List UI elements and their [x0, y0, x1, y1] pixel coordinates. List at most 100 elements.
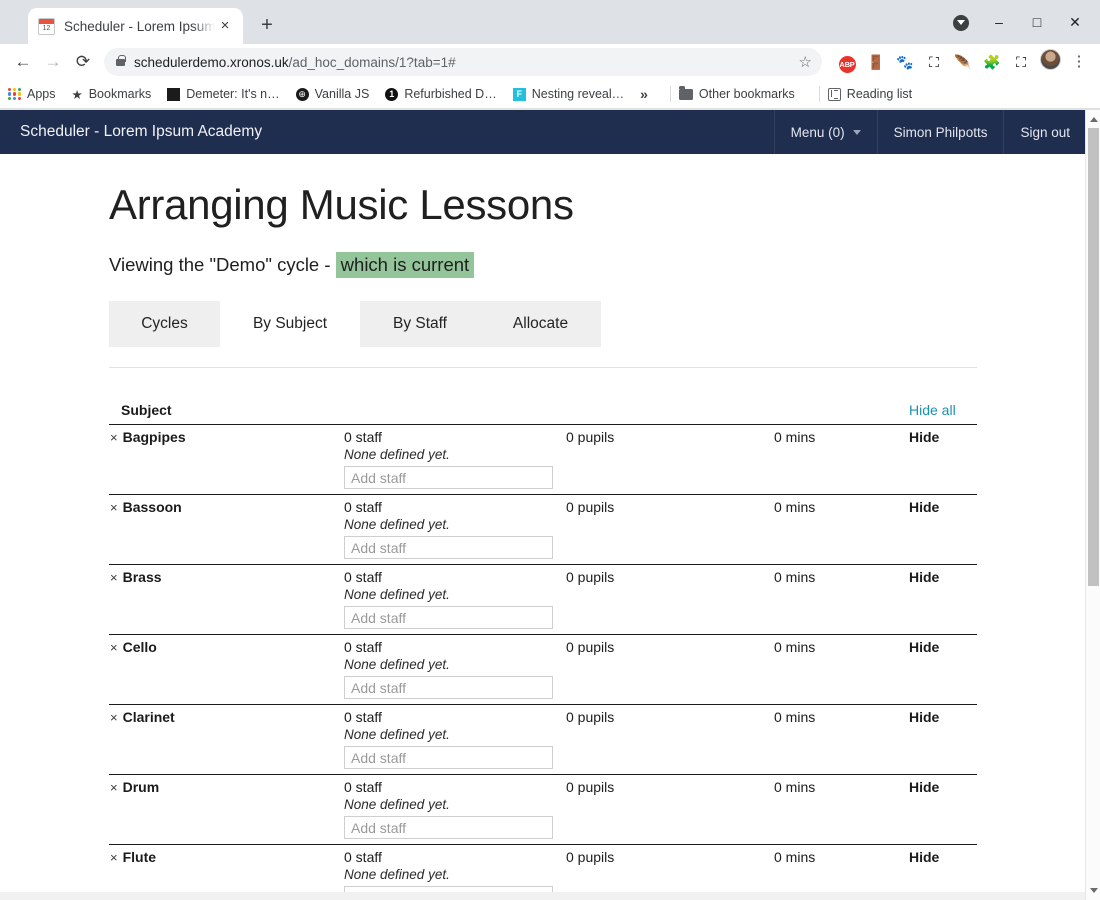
hide-link[interactable]: Hide	[909, 639, 977, 699]
subject-label: Bagpipes	[122, 429, 186, 446]
tab-cycles[interactable]: Cycles	[109, 301, 220, 348]
maximize-button[interactable]: □	[1018, 8, 1056, 36]
kebab-menu-icon[interactable]: ⋮	[1066, 49, 1092, 75]
table-row: ×Clarinet0 staffNone defined yet.0 pupil…	[109, 705, 977, 776]
table-row: ×Bassoon0 staffNone defined yet.0 pupils…	[109, 495, 977, 566]
staff-count: 0 staff	[344, 569, 382, 586]
staff-cell: 0 staff None defined yet.	[344, 429, 566, 490]
remove-subject-icon[interactable]: ×	[110, 430, 118, 445]
subject-cell: × Drum	[109, 779, 344, 839]
bookmarks-overflow-icon[interactable]: »	[640, 86, 648, 102]
tab-by-staff[interactable]: By Staff	[360, 301, 480, 348]
profile-avatar[interactable]	[1037, 49, 1063, 75]
vertical-scrollbar[interactable]	[1085, 110, 1100, 900]
remove-subject-icon[interactable]: ×	[110, 570, 118, 585]
door-icon[interactable]: 🚪	[863, 49, 889, 75]
add-staff-input[interactable]	[344, 536, 553, 560]
figma-icon: F	[512, 87, 526, 101]
abp-icon[interactable]: ABP	[834, 49, 860, 75]
hide-link[interactable]: Hide	[909, 429, 977, 489]
remove-subject-icon[interactable]: ×	[110, 640, 118, 655]
bookmark-label: Bookmarks	[88, 87, 152, 101]
gnome-foot-icon[interactable]: 🐾	[892, 49, 918, 75]
subject-label: Drum	[122, 779, 160, 796]
remove-subject-icon[interactable]: ×	[110, 850, 118, 865]
mins-count: 0 mins	[774, 709, 816, 726]
remove-subject-icon[interactable]: ×	[110, 500, 118, 515]
feather-icon[interactable]: 🪶	[950, 49, 976, 75]
reload-icon[interactable]: ⟳	[68, 47, 98, 77]
pupils-count: 0 pupils	[566, 779, 615, 796]
sign-out-button[interactable]: Sign out	[1003, 110, 1086, 154]
tab-by-subject[interactable]: By Subject	[220, 301, 360, 348]
extension-icons: ABP 🚪 🐾 ⛶ 🪶 🧩 ⛶ ⋮	[830, 49, 1092, 75]
browser-tab[interactable]: Scheduler - Lorem Ipsum A ×	[28, 8, 243, 44]
mins-count: 0 mins	[774, 639, 816, 656]
minimize-button[interactable]: –	[980, 8, 1018, 36]
puzzle-icon[interactable]: 🧩	[979, 49, 1005, 75]
tab-allocate[interactable]: Allocate	[480, 301, 601, 348]
close-icon[interactable]: ×	[215, 16, 235, 36]
table-row: ×Drum0 staffNone defined yet.0 pupils0 m…	[109, 775, 977, 846]
table-row: ×Brass0 staffNone defined yet.0 pupils0 …	[109, 565, 977, 636]
bookmark-apps[interactable]: Apps	[8, 87, 56, 101]
menu-dropdown[interactable]: Menu (0)	[773, 110, 877, 154]
address-bar[interactable]: schedulerdemo.xronos.uk/ad_hoc_domains/1…	[104, 48, 822, 76]
new-tab-button[interactable]: +	[253, 12, 281, 40]
tab-title: Scheduler - Lorem Ipsum A	[64, 18, 215, 34]
none-defined-text: None defined yet.	[344, 657, 450, 673]
scrollbar-thumb[interactable]	[1088, 128, 1099, 586]
bookmark-label: Apps	[27, 87, 56, 101]
main-content: Arranging Music Lessons Viewing the "Dem…	[0, 181, 1086, 900]
add-staff-input[interactable]	[344, 816, 553, 840]
bookmark-bookmarks[interactable]: ★ Bookmarks	[72, 87, 152, 102]
forward-icon[interactable]: →	[38, 47, 68, 77]
subject-cell: × Bagpipes	[109, 429, 344, 489]
none-defined-text: None defined yet.	[344, 867, 450, 883]
url-text: schedulerdemo.xronos.uk/ad_hoc_domains/1…	[134, 55, 456, 70]
remove-subject-icon[interactable]: ×	[110, 780, 118, 795]
hide-link[interactable]: Hide	[909, 779, 977, 839]
close-window-button[interactable]: ✕	[1056, 8, 1094, 36]
hide-link[interactable]: Hide	[909, 569, 977, 629]
hide-link[interactable]: Hide	[909, 499, 977, 559]
add-staff-input[interactable]	[344, 466, 553, 490]
hide-all-link[interactable]: Hide all	[909, 402, 977, 418]
add-staff-input[interactable]	[344, 606, 553, 630]
scroll-down-arrow-icon[interactable]	[1086, 883, 1100, 898]
bookmark-demeter[interactable]: Demeter: It's n…	[167, 87, 280, 101]
add-staff-input[interactable]	[344, 746, 553, 770]
tab-strip: Scheduler - Lorem Ipsum A × + – □ ✕	[0, 0, 1100, 44]
staff-count: 0 staff	[344, 429, 382, 446]
browser-toolbar: ← → ⟳ schedulerdemo.xronos.uk/ad_hoc_dom…	[0, 44, 1100, 80]
tabs-divider	[109, 367, 977, 369]
reading-list[interactable]: Reading list	[827, 87, 912, 101]
bookmarks-bar: Apps ★ Bookmarks Demeter: It's n… ⊕ Vani…	[0, 80, 1100, 109]
remove-subject-icon[interactable]: ×	[110, 710, 118, 725]
page-viewport: Scheduler - Lorem Ipsum Academy Menu (0)…	[0, 110, 1100, 900]
staff-count: 0 staff	[344, 499, 382, 516]
page-content: Scheduler - Lorem Ipsum Academy Menu (0)…	[0, 110, 1086, 900]
subjects-table: Subject Hide all × Bagpipes 0 staff None de…	[109, 402, 977, 900]
table-row: ×Bagpipes0 staffNone defined yet.0 pupil…	[109, 425, 977, 496]
download-icon[interactable]	[942, 8, 980, 36]
staff-cell: 0 staff None defined yet.	[344, 709, 566, 770]
back-icon[interactable]: ←	[8, 47, 38, 77]
bookmark-vanilla-js[interactable]: ⊕ Vanilla JS	[295, 87, 369, 101]
crop-icon[interactable]: ⛶	[921, 49, 947, 75]
bookmark-refurbished[interactable]: 1 Refurbished D…	[385, 87, 497, 101]
reading-list-icon	[827, 87, 841, 101]
add-staff-input[interactable]	[344, 676, 553, 700]
hide-link[interactable]: Hide	[909, 709, 977, 769]
table-header-row: Subject Hide all	[109, 402, 977, 426]
other-bookmarks[interactable]: Other bookmarks	[678, 85, 795, 101]
scroll-up-arrow-icon[interactable]	[1086, 112, 1100, 127]
horizontal-scrollbar[interactable]	[0, 892, 1085, 900]
subject-label: Cello	[122, 639, 157, 656]
cast-icon[interactable]: ⛶	[1008, 49, 1034, 75]
none-defined-text: None defined yet.	[344, 797, 450, 813]
bookmark-nesting[interactable]: F Nesting reveal…	[512, 87, 624, 101]
user-name[interactable]: Simon Philpotts	[876, 110, 1004, 154]
bookmark-star-icon[interactable]: ☆	[799, 53, 812, 71]
subject-cell: × Brass	[109, 569, 344, 629]
